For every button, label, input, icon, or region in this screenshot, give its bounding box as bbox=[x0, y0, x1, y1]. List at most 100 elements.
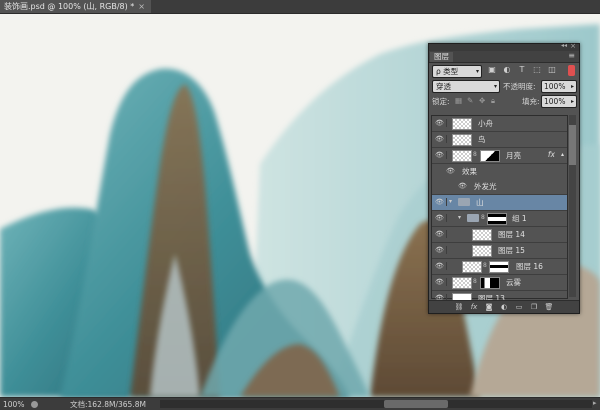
close-icon[interactable]: × bbox=[138, 0, 145, 13]
visibility-eye-icon[interactable]: 👁︎ bbox=[435, 230, 447, 238]
list-item[interactable]: 👁︎ 8 月亮 fx ▴ bbox=[432, 148, 567, 164]
layer-thumbnail bbox=[462, 261, 482, 273]
layer-mask-thumbnail[interactable] bbox=[487, 213, 507, 225]
link-icon: 8 bbox=[473, 278, 477, 285]
scroll-right-icon[interactable]: ▸ bbox=[593, 399, 597, 407]
link-icon: 8 bbox=[481, 214, 485, 221]
visibility-eye-icon[interactable]: 👁︎ bbox=[435, 214, 447, 222]
type-icon[interactable]: T bbox=[517, 65, 527, 75]
layer-name: 效果 bbox=[462, 167, 477, 176]
lock-row: 锁定: ▦ ✎ ✥ 🔒︎ 填充: 100% ▸ bbox=[429, 93, 579, 108]
new-layer-icon[interactable]: ❐ bbox=[530, 303, 539, 311]
layer-name: 图层 16 bbox=[516, 262, 543, 271]
lock-all-icon[interactable]: 🔒︎ bbox=[491, 96, 495, 106]
blend-mode-select[interactable]: 穿透 ▾ bbox=[432, 80, 500, 93]
layer-name: 鸟 bbox=[478, 135, 486, 144]
layer-thumbnail bbox=[452, 118, 472, 130]
layer-name: 月亮 bbox=[506, 151, 521, 160]
layer-thumbnail bbox=[452, 277, 472, 289]
layer-name: 图层 14 bbox=[498, 230, 525, 239]
shape-icon[interactable]: ⬚ bbox=[532, 65, 542, 75]
visibility-eye-icon[interactable]: 👁︎ bbox=[458, 182, 469, 190]
filter-toggle[interactable] bbox=[568, 65, 575, 76]
layer-name: 云雾 bbox=[506, 278, 521, 287]
visibility-eye-icon[interactable]: 👁︎ bbox=[435, 135, 447, 143]
layers-list: 👁︎ 小舟 👁︎ 鸟 👁︎ 8 月亮 fx ▴ 👁︎ 效果 👁︎ 外发光 👁︎ … bbox=[431, 115, 568, 307]
layer-mask-thumbnail[interactable] bbox=[480, 150, 500, 162]
list-item[interactable]: 👁︎ ▾ 8 组 1 bbox=[432, 211, 567, 227]
visibility-eye-icon[interactable]: 👁︎ bbox=[435, 119, 447, 127]
list-item[interactable]: 👁︎ ▾ 山 bbox=[432, 195, 567, 211]
collapse-icon[interactable]: ◂◂ bbox=[561, 42, 567, 49]
lock-transparent-icon[interactable]: ▦ bbox=[455, 96, 462, 105]
opacity-label: 不透明度: bbox=[503, 82, 536, 91]
layer-name: 小舟 bbox=[478, 119, 493, 128]
link-icon: 8 bbox=[473, 151, 477, 158]
layer-name: 图层 15 bbox=[498, 246, 525, 255]
lock-move-icon[interactable]: ✥ bbox=[479, 96, 485, 105]
trash-icon[interactable]: 🗑︎ bbox=[545, 303, 554, 311]
list-item[interactable]: 👁︎ 小舟 bbox=[432, 116, 567, 132]
visibility-eye-icon[interactable]: 👁︎ bbox=[435, 262, 447, 270]
list-item[interactable]: 👁︎ 8 云雾 bbox=[432, 275, 567, 291]
mask-icon[interactable]: ◙ bbox=[485, 303, 494, 311]
list-item[interactable]: 👁︎ 效果 bbox=[432, 164, 567, 179]
smart-object-icon[interactable]: ◫ bbox=[547, 65, 557, 75]
link-icon: 8 bbox=[483, 262, 487, 269]
info-icon[interactable] bbox=[31, 400, 38, 408]
close-icon[interactable]: × bbox=[570, 42, 576, 50]
layer-name: 组 1 bbox=[512, 214, 527, 223]
opacity-field[interactable]: 100% ▸ bbox=[541, 80, 577, 93]
fill-field[interactable]: 100% ▸ bbox=[541, 95, 577, 108]
folder-icon[interactable]: ▭ bbox=[515, 303, 524, 311]
list-item[interactable]: 👁︎ 图层 15 bbox=[432, 243, 567, 259]
chevron-down-icon[interactable]: ▾ bbox=[449, 198, 452, 205]
list-item[interactable]: 👁︎ 8 图层 16 bbox=[432, 259, 567, 275]
document-tab-bar: 装饰画.psd @ 100% (山, RGB/8) * × bbox=[0, 0, 600, 14]
status-bar: 100% 文档:162.8M/365.8M ▶ ▸ bbox=[0, 397, 600, 410]
visibility-eye-icon[interactable]: 👁︎ bbox=[435, 278, 447, 286]
document-tab-title: 装饰画.psd @ 100% (山, RGB/8) * bbox=[4, 2, 135, 11]
lock-paint-icon[interactable]: ✎ bbox=[467, 96, 473, 105]
layers-bottom-toolbar: ⛓︎ fx ◙ ◐ ▭ ❐ 🗑︎ bbox=[429, 300, 579, 313]
chevron-down-icon[interactable]: ▾ bbox=[458, 214, 461, 221]
visibility-eye-icon[interactable]: 👁︎ bbox=[435, 198, 447, 206]
layer-mask-thumbnail[interactable] bbox=[480, 277, 500, 289]
list-item[interactable]: 👁︎ 图层 14 bbox=[432, 227, 567, 243]
horizontal-scrollbar[interactable] bbox=[160, 400, 592, 408]
list-item[interactable]: 👁︎ 外发光 bbox=[432, 179, 567, 195]
adjustment-icon[interactable]: ◐ bbox=[502, 65, 512, 75]
document-tab[interactable]: 装饰画.psd @ 100% (山, RGB/8) * × bbox=[0, 0, 151, 13]
panel-menu-icon[interactable]: ≡ bbox=[568, 51, 575, 60]
zoom-level[interactable]: 100% bbox=[0, 400, 27, 409]
list-item[interactable]: 👁︎ 鸟 bbox=[432, 132, 567, 148]
visibility-eye-icon[interactable]: 👁︎ bbox=[435, 246, 447, 254]
panel-tabs: 图层 ≡ bbox=[429, 51, 579, 63]
layer-name: 山 bbox=[476, 198, 484, 207]
lock-label: 锁定: bbox=[432, 97, 450, 106]
scrollbar-thumb[interactable] bbox=[569, 125, 576, 165]
layer-name: 外发光 bbox=[474, 182, 497, 191]
layer-thumbnail bbox=[452, 134, 472, 146]
collapse-effects-icon[interactable]: ▴ bbox=[561, 151, 564, 158]
tab-layers[interactable]: 图层 bbox=[430, 52, 453, 62]
layer-thumbnail bbox=[472, 245, 492, 257]
visibility-eye-icon[interactable]: 👁︎ bbox=[446, 167, 457, 175]
folder-icon bbox=[467, 214, 479, 222]
fx-icon[interactable]: fx bbox=[548, 150, 555, 159]
fill-label: 填充: bbox=[522, 97, 540, 106]
blend-row: 穿透 ▾ 不透明度: 100% ▸ bbox=[429, 78, 579, 93]
link-icon[interactable]: ⛓︎ bbox=[455, 303, 464, 311]
document-info: 文档:162.8M/365.8M bbox=[70, 399, 146, 409]
image-icon[interactable]: ▣ bbox=[487, 65, 497, 75]
panel-titlebar[interactable]: ◂◂ × bbox=[429, 42, 579, 51]
layers-scrollbar[interactable] bbox=[569, 115, 576, 297]
scrollbar-thumb[interactable] bbox=[384, 400, 448, 408]
layer-mask-thumbnail[interactable] bbox=[489, 261, 509, 273]
layer-thumbnail bbox=[472, 229, 492, 241]
adjustment-icon[interactable]: ◐ bbox=[500, 303, 509, 311]
folder-icon bbox=[458, 198, 470, 206]
filter-kind-select[interactable]: ρ 类型 ▾ bbox=[432, 65, 482, 78]
fx-icon[interactable]: fx bbox=[470, 303, 479, 311]
visibility-eye-icon[interactable]: 👁︎ bbox=[435, 151, 447, 159]
